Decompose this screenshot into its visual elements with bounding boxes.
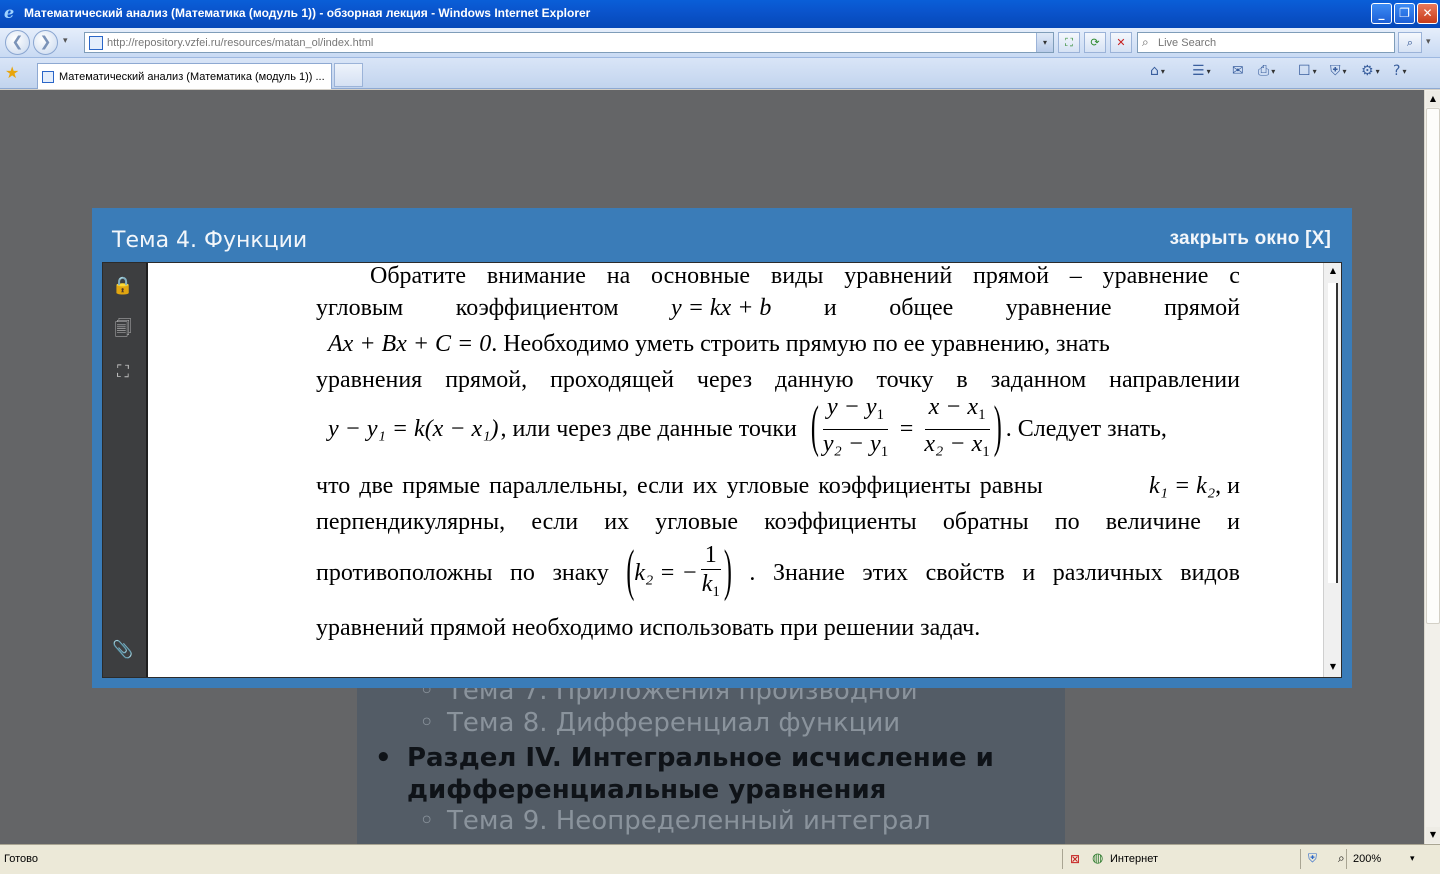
search-box[interactable]: ⌕: [1137, 32, 1395, 53]
page-icon: [89, 36, 103, 50]
security-zone: Интернет: [1110, 853, 1158, 865]
toc-item-9[interactable]: Тема 9. Неопределенный интеграл: [419, 806, 931, 836]
doc-line-7: перпендикулярны, если их угловые коэффициент…: [316, 509, 1240, 535]
toc-section-4[interactable]: Раздел IV. Интегральное исчисление и диф…: [375, 742, 1047, 806]
address-url[interactable]: http://repository.vzfei.ru/resources/mat…: [107, 37, 373, 49]
zoom-icon[interactable]: ⌕: [1338, 851, 1345, 866]
pdf-scroll-up-button[interactable]: ▲: [1325, 263, 1341, 279]
doc-line-9: уравнений прямой необходимо использовать…: [316, 615, 981, 641]
tools-menu-icon[interactable]: ⚙ ▾: [1361, 63, 1380, 79]
pdf-scroll-thumb[interactable]: [1328, 283, 1338, 583]
new-tab-button[interactable]: [334, 63, 363, 87]
close-modal-link[interactable]: закрыть окно [X]: [1170, 228, 1331, 250]
fraction-y: y − y1 y₂ − y1: [822, 393, 889, 460]
status-text: Готово: [4, 853, 38, 865]
topic-modal: Тема 4. Функции закрыть окно [X] 🔒 🗐 ⛶ 📎…: [92, 208, 1352, 688]
page-menu-icon[interactable]: ☐ ▾: [1298, 63, 1317, 79]
safety-menu-icon[interactable]: ⛨ ▾: [1330, 63, 1347, 79]
pdf-document-text: Обратите внимание на основные виды уравнений п…: [316, 263, 1240, 677]
maximize-button[interactable]: ❐: [1394, 3, 1415, 24]
pages-icon[interactable]: 🗐: [112, 318, 134, 340]
address-toolbar: ❮ ❯ ▾ http://repository.vzfei.ru/resourc…: [0, 28, 1440, 58]
page-scrollbar[interactable]: ▲ ▼: [1424, 90, 1440, 844]
window-title-bar[interactable]: e Математический анализ (Математика (мод…: [0, 0, 1440, 28]
live-search-icon: ⌕: [1142, 35, 1149, 49]
search-options-dropdown-icon[interactable]: ▾: [1426, 37, 1431, 47]
attachment-icon[interactable]: 📎: [112, 639, 134, 661]
formula-parallel: k₁ = k₂: [1148, 473, 1216, 499]
feeds-icon[interactable]: ☰ ▾: [1192, 63, 1211, 79]
pdf-viewer[interactable]: 🔒 🗐 ⛶ 📎 Обратите внимание на основные виды ур…: [102, 262, 1342, 678]
doc-line-8: противоположны по знаку ( k₂ = − 1 k1 ) . Зн…: [316, 541, 1240, 605]
pdf-scroll-down-button[interactable]: ▼: [1325, 659, 1341, 675]
doc-line-6: что две прямые параллельны, если их угло…: [316, 473, 1240, 499]
blocked-content-icon[interactable]: ⊠: [1070, 852, 1080, 866]
tab-bar: ★ Математический анализ (Математика (мод…: [0, 58, 1440, 89]
print-icon[interactable]: ⎙ ▾: [1258, 63, 1275, 79]
binoculars-icon[interactable]: ⛶: [112, 361, 134, 383]
page-viewport[interactable]: Тема 7. Приложения производной Тема 8. Д…: [0, 90, 1424, 844]
doc-line-3: Ax + Bx + C = 0. Необходимо уметь строит…: [328, 331, 1110, 357]
address-dropdown-icon[interactable]: ▾: [1036, 33, 1053, 52]
mail-icon[interactable]: ✉: [1232, 63, 1244, 79]
close-window-button[interactable]: ✕: [1417, 3, 1438, 24]
minimize-button[interactable]: _: [1371, 3, 1392, 24]
tab-page-icon: [42, 71, 54, 83]
tab-active[interactable]: Математический анализ (Математика (модул…: [37, 63, 332, 89]
search-go-button[interactable]: ⌕: [1398, 32, 1422, 53]
doc-line-1: Обратите внимание на основные виды уравнений п…: [370, 263, 1240, 289]
help-menu-icon[interactable]: ? ▾: [1393, 63, 1406, 79]
address-bar[interactable]: http://repository.vzfei.ru/resources/mat…: [84, 32, 1054, 53]
formula-perpendicular: ( k₂ = − 1 k1 ): [626, 540, 732, 603]
tab-label: Математический анализ (Математика (модул…: [59, 71, 325, 83]
modal-title: Тема 4. Функции: [112, 228, 308, 253]
table-of-contents: Тема 7. Приложения производной Тема 8. Д…: [357, 676, 1065, 844]
compatibility-view-button[interactable]: ⛶: [1058, 32, 1080, 53]
stop-button[interactable]: ✕: [1110, 32, 1132, 53]
pdf-scrollbar[interactable]: ▲ ▼: [1323, 263, 1341, 677]
page-scroll-up-button[interactable]: ▲: [1426, 91, 1440, 107]
globe-icon: ◍: [1092, 851, 1104, 866]
page-scroll-thumb[interactable]: [1426, 108, 1440, 624]
home-icon[interactable]: ⌂ ▾: [1150, 63, 1165, 79]
toc-item-8[interactable]: Тема 8. Дифференциал функции: [419, 708, 900, 738]
refresh-button[interactable]: ⟳: [1084, 32, 1106, 53]
doc-line-4: уравнения прямой, проходящей через данную точ…: [316, 367, 1240, 393]
search-input[interactable]: [1158, 35, 1388, 50]
forward-button[interactable]: ❯: [33, 30, 58, 55]
zoom-dropdown-icon[interactable]: ▾: [1410, 854, 1415, 864]
formula-point-slope: y − y₁ = k(x − x₁): [328, 415, 499, 442]
pdf-sidebar: 🔒 🗐 ⛶ 📎: [103, 263, 148, 677]
window-title: Математический анализ (Математика (модул…: [24, 6, 591, 20]
history-dropdown-icon[interactable]: ▾: [63, 36, 68, 46]
page-scroll-down-button[interactable]: ▼: [1426, 827, 1440, 843]
lock-icon[interactable]: 🔒: [112, 275, 134, 297]
doc-line-5: y − y₁ = k(x − x₁) , или через две данны…: [328, 394, 1252, 461]
formula-slope-intercept: y = kx + b: [671, 295, 772, 321]
back-button[interactable]: ❮: [5, 30, 30, 55]
status-bar: Готово ⊠ ◍ Интернет ⛨ ⌕ 200% ▾: [0, 844, 1440, 874]
protected-mode-icon[interactable]: ⛨: [1308, 851, 1317, 866]
formula-general: Ax + Bx + C = 0: [328, 331, 492, 357]
ie-logo-icon: e: [4, 3, 15, 22]
favorites-star-icon[interactable]: ★: [5, 63, 19, 82]
doc-line-2: угловым коэффициентом y = kx + b и общее ур…: [316, 295, 1240, 321]
fraction-x: x − x1 x₂ − x1: [924, 393, 990, 460]
zoom-level[interactable]: 200%: [1353, 853, 1381, 865]
